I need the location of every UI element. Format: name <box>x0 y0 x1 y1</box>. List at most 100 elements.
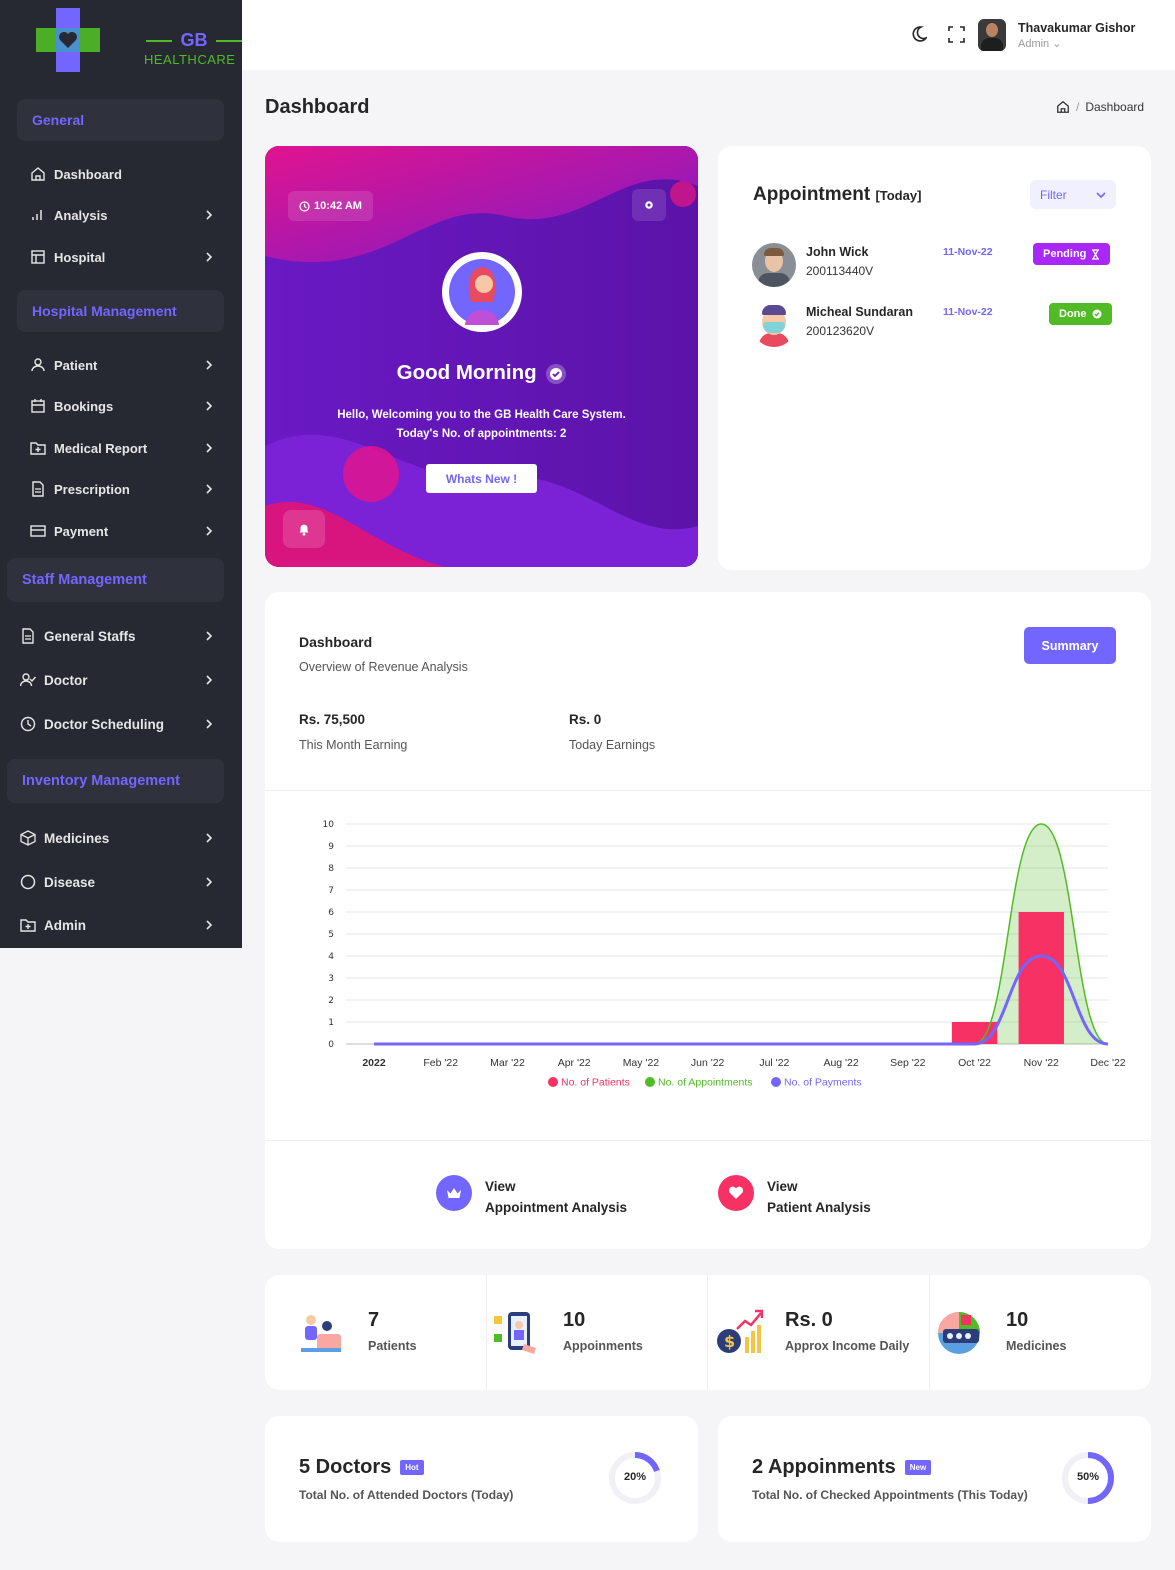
calendar-icon <box>31 399 45 413</box>
appointment-title-text: Appointment <box>753 184 871 205</box>
greeting: Good Morning <box>265 361 698 385</box>
divider <box>929 1275 930 1390</box>
legend-label: No. of Patients <box>561 1077 630 1089</box>
chevron-right-icon <box>206 360 213 370</box>
welcome-line2: Today's No. of appointments: 2 <box>396 428 567 440</box>
hourglass-icon <box>1092 248 1100 260</box>
view-appointment-analysis-link[interactable]: View Appointment Analysis <box>485 1176 627 1218</box>
status-label: Pending <box>1043 248 1087 260</box>
section-inventory-management: Inventory Management <box>7 759 224 803</box>
x-tick-label: Aug '22 <box>823 1057 858 1069</box>
current-time: 10:42 AM <box>314 200 362 212</box>
settings-button[interactable] <box>632 189 666 221</box>
home-icon[interactable] <box>1056 100 1070 114</box>
stat-label: Approx Income Daily <box>785 1339 910 1353</box>
sidebar-item-payment[interactable]: Payment <box>30 519 215 543</box>
fullscreen-icon[interactable] <box>948 26 965 43</box>
sidebar-item-label: Dashboard <box>54 166 122 182</box>
welcome-message: Hello, Welcoming you to the GB Health Ca… <box>265 406 698 444</box>
layout-icon <box>31 250 45 264</box>
link-view-label: View <box>767 1179 798 1194</box>
revenue-title: Dashboard <box>299 634 373 650</box>
sidebar-item-general-staffs[interactable]: General Staffs <box>20 624 215 648</box>
appointment-date: 11-Nov-22 <box>943 306 993 318</box>
chevron-right-icon <box>206 484 213 494</box>
appointments-title: 2 Appoinments New <box>752 1456 932 1479</box>
patient-analysis-icon[interactable] <box>718 1175 754 1211</box>
section-hospital-management: Hospital Management <box>17 290 224 332</box>
sidebar-item-label: Prescription <box>54 481 130 497</box>
stat-label: Patients <box>368 1339 417 1353</box>
x-tick-label: Mar '22 <box>490 1057 525 1069</box>
breadcrumb: / Dashboard <box>1056 100 1144 114</box>
sidebar-item-doctor[interactable]: Doctor <box>20 668 215 692</box>
chevron-right-icon <box>206 920 213 930</box>
stat-value: 10 <box>563 1309 586 1331</box>
y-tick-label: 9 <box>328 842 334 852</box>
doctors-title: 5 Doctors Hot <box>299 1456 424 1479</box>
welcome-card: 10:42 AM Good Morning Hello, Welcoming y… <box>265 146 698 567</box>
patient-name[interactable]: Micheal Sundaran <box>806 305 913 319</box>
brand-line1: GB <box>146 30 242 51</box>
patient-name[interactable]: John Wick <box>806 245 868 259</box>
heart-icon <box>728 1186 744 1199</box>
link-title: Appointment Analysis <box>485 1200 628 1215</box>
divider <box>265 790 1151 791</box>
whats-new-button[interactable]: Whats New ! <box>426 464 537 493</box>
status-badge-done[interactable]: Done <box>1049 303 1112 325</box>
bar-patients <box>951 1022 998 1044</box>
legend-marker <box>548 1077 558 1087</box>
sidebar-item-disease[interactable]: Disease <box>20 870 215 894</box>
stats-card: 7 Patients 10 Appoinments $ Rs. 0 Approx… <box>265 1275 1151 1390</box>
doctors-percent: 20% <box>623 1471 647 1483</box>
income-illustration-icon: $ <box>717 1309 763 1353</box>
sidebar-item-prescription[interactable]: Prescription <box>30 477 215 501</box>
chevron-right-icon <box>206 401 213 411</box>
doctors-card: 5 Doctors Hot Total No. of Attended Doct… <box>265 1416 698 1542</box>
sidebar-item-medical-report[interactable]: Medical Report <box>30 436 215 460</box>
sidebar-item-bookings[interactable]: Bookings <box>30 394 215 418</box>
medicines-illustration-icon <box>938 1312 980 1354</box>
sidebar-item-label: Doctor Scheduling <box>44 716 165 732</box>
appointment-card: Appointment [Today] Filter John Wick 200… <box>718 146 1151 570</box>
sidebar-item-dashboard[interactable]: Dashboard <box>30 162 215 186</box>
y-tick-label: 8 <box>328 864 334 874</box>
section-staff-management: Staff Management <box>7 558 224 602</box>
crown-icon <box>447 1188 461 1198</box>
sidebar-item-label: General Staffs <box>44 628 136 644</box>
y-tick-label: 5 <box>328 930 334 940</box>
avatar[interactable] <box>978 19 1006 51</box>
link-view-label: View <box>485 1179 516 1194</box>
appointment-title: Appointment [Today] <box>753 184 921 206</box>
sidebar-item-admin[interactable]: Admin <box>20 913 215 937</box>
x-tick-label: Jun '22 <box>691 1057 725 1069</box>
filter-select[interactable]: Filter <box>1030 180 1116 209</box>
folder-plus-icon <box>20 919 36 932</box>
moon-icon[interactable] <box>909 25 927 43</box>
notification-button[interactable] <box>283 510 325 548</box>
file-text-icon <box>32 481 44 497</box>
user-role-dropdown[interactable]: Admin ⌄ <box>1018 37 1061 50</box>
status-badge-pending[interactable]: Pending <box>1033 243 1111 265</box>
summary-button[interactable]: Summary <box>1024 627 1116 664</box>
home-icon <box>31 167 45 181</box>
sidebar-item-patient[interactable]: Patient <box>30 353 215 377</box>
appointment-analysis-icon[interactable] <box>436 1175 472 1211</box>
x-tick-label: Jul '22 <box>759 1057 789 1069</box>
patient-avatar <box>752 243 796 287</box>
today-earning-label: Today Earnings <box>569 738 656 752</box>
y-tick-label: 7 <box>328 886 334 896</box>
divider <box>486 1275 487 1390</box>
view-patient-analysis-link[interactable]: View Patient Analysis <box>767 1176 871 1218</box>
gear-icon <box>645 201 653 209</box>
brand-logo[interactable]: GB HEALTHCARE <box>36 8 242 74</box>
hot-badge: Hot <box>400 1460 424 1475</box>
sidebar-item-analysis[interactable]: Analysis <box>30 203 215 227</box>
doctors-count: 5 Doctors <box>299 1456 392 1478</box>
stat-value: 10 <box>1006 1309 1029 1331</box>
sidebar-item-doctor-scheduling[interactable]: Doctor Scheduling <box>20 712 215 736</box>
sidebar-item-hospital[interactable]: Hospital <box>30 245 215 269</box>
user-name[interactable]: Thavakumar Gishor <box>1018 21 1135 35</box>
top-header: Thavakumar Gishor Admin ⌄ <box>242 0 1175 70</box>
sidebar-item-medicines[interactable]: Medicines <box>20 826 215 850</box>
